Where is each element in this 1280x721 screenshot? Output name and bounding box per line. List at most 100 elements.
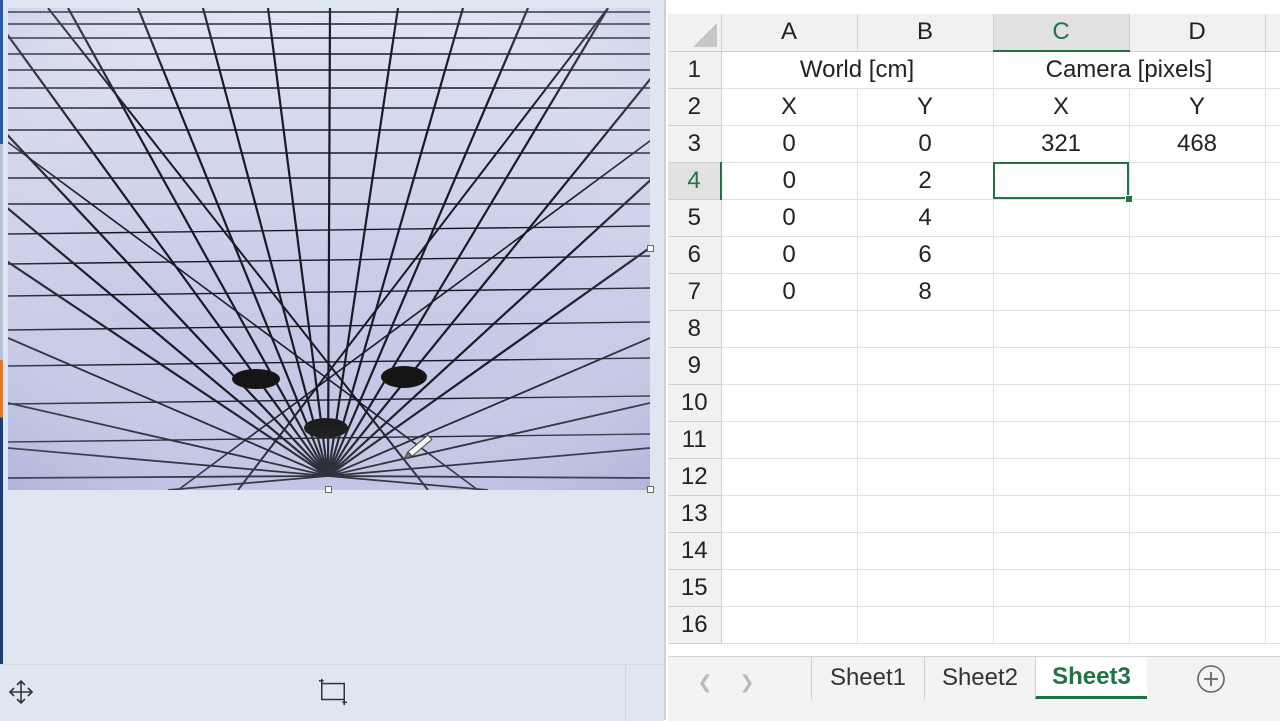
cell[interactable] [1129, 495, 1266, 533]
camera-calibration-image[interactable] [8, 8, 650, 490]
cell-d3[interactable]: 468 [1129, 125, 1266, 163]
row-header-10[interactable]: 10 [668, 384, 722, 422]
cell-e1[interactable] [1265, 51, 1280, 89]
cell-b7[interactable]: 8 [857, 273, 994, 311]
cell-d6[interactable] [1129, 236, 1266, 274]
cell[interactable] [721, 606, 858, 644]
cell[interactable] [1129, 384, 1266, 422]
cell[interactable] [857, 495, 994, 533]
fill-handle[interactable] [1124, 194, 1133, 203]
cell[interactable] [1129, 421, 1266, 459]
cell-e4[interactable] [1265, 162, 1280, 200]
cell[interactable] [721, 458, 858, 496]
cell[interactable] [993, 384, 1130, 422]
row-header-13[interactable]: 13 [668, 495, 722, 533]
cell[interactable] [857, 347, 994, 385]
cell[interactable] [1265, 421, 1280, 459]
cell[interactable] [1265, 606, 1280, 644]
column-header-b[interactable]: B [857, 14, 994, 52]
cell-a5[interactable]: 0 [721, 199, 858, 237]
row-header-15[interactable]: 15 [668, 569, 722, 607]
row-header-9[interactable]: 9 [668, 347, 722, 385]
tab-scroll-right-button[interactable]: ❯ [736, 671, 758, 693]
cell-e3[interactable] [1265, 125, 1280, 163]
cell[interactable] [993, 606, 1130, 644]
cell[interactable] [1265, 495, 1280, 533]
cell[interactable] [1265, 532, 1280, 570]
cell-d5[interactable] [1129, 199, 1266, 237]
cell-d7[interactable] [1129, 273, 1266, 311]
cell-b5[interactable]: 4 [857, 199, 994, 237]
cell[interactable] [721, 569, 858, 607]
cell[interactable] [1129, 310, 1266, 348]
add-sheet-button[interactable] [1196, 664, 1226, 694]
column-header-a[interactable]: A [721, 14, 858, 52]
cell-e6[interactable] [1265, 236, 1280, 274]
cell[interactable] [857, 384, 994, 422]
cell[interactable] [721, 495, 858, 533]
row-header-8[interactable]: 8 [668, 310, 722, 348]
cell[interactable] [857, 606, 994, 644]
cell-b6[interactable]: 6 [857, 236, 994, 274]
row-header-11[interactable]: 11 [668, 421, 722, 459]
column-header-e-partial[interactable] [1265, 14, 1280, 52]
cell-d2[interactable]: Y [1129, 88, 1266, 126]
tab-sheet2[interactable]: Sheet2 [924, 657, 1035, 699]
cell[interactable] [857, 310, 994, 348]
crop-tool-button[interactable] [318, 677, 348, 707]
cell[interactable] [993, 421, 1130, 459]
row-header-3[interactable]: 3 [668, 125, 722, 163]
tab-sheet1[interactable]: Sheet1 [811, 657, 924, 699]
tab-scroll-left-button[interactable]: ❮ [694, 671, 716, 693]
cell-e2[interactable] [1265, 88, 1280, 126]
cell[interactable] [857, 569, 994, 607]
cell-e7[interactable] [1265, 273, 1280, 311]
cell-b3[interactable]: 0 [857, 125, 994, 163]
tab-sheet3[interactable]: Sheet3 [1035, 657, 1147, 699]
resize-handle-right[interactable] [647, 245, 654, 252]
cell[interactable] [1265, 458, 1280, 496]
move-tool-button[interactable] [6, 677, 36, 707]
cell[interactable] [1265, 310, 1280, 348]
cell-c6[interactable] [993, 236, 1130, 274]
cell-a1-merged[interactable]: World [cm] [721, 51, 994, 89]
row-header-14[interactable]: 14 [668, 532, 722, 570]
row-header-6[interactable]: 6 [668, 236, 722, 274]
row-header-1[interactable]: 1 [668, 51, 722, 89]
select-all-corner[interactable] [668, 14, 722, 52]
cell-d4[interactable] [1129, 162, 1266, 200]
cell[interactable] [1129, 569, 1266, 607]
cell-b4[interactable]: 2 [857, 162, 994, 200]
cell[interactable] [993, 310, 1130, 348]
column-header-d[interactable]: D [1129, 14, 1266, 52]
resize-handle-bottom[interactable] [325, 486, 332, 493]
cell[interactable] [1265, 347, 1280, 385]
cell-a4[interactable]: 0 [721, 162, 858, 200]
cell[interactable] [1265, 569, 1280, 607]
cell-c1-merged[interactable]: Camera [pixels] [993, 51, 1266, 89]
cell-c3[interactable]: 321 [993, 125, 1130, 163]
cell[interactable] [721, 310, 858, 348]
cell-a2[interactable]: X [721, 88, 858, 126]
cell[interactable] [857, 421, 994, 459]
cell[interactable] [857, 532, 994, 570]
cell[interactable] [1129, 532, 1266, 570]
cell[interactable] [993, 458, 1130, 496]
row-header-16[interactable]: 16 [668, 606, 722, 644]
cell[interactable] [993, 532, 1130, 570]
cell-e5[interactable] [1265, 199, 1280, 237]
cell[interactable] [993, 569, 1130, 607]
row-header-7[interactable]: 7 [668, 273, 722, 311]
column-header-c[interactable]: C [993, 14, 1130, 52]
resize-handle-corner[interactable] [647, 486, 654, 493]
cell-a3[interactable]: 0 [721, 125, 858, 163]
row-header-5[interactable]: 5 [668, 199, 722, 237]
cell-c4-selected[interactable] [993, 162, 1133, 203]
cell[interactable] [721, 532, 858, 570]
cell[interactable] [993, 495, 1130, 533]
cell-c2[interactable]: X [993, 88, 1130, 126]
cell[interactable] [721, 384, 858, 422]
cell[interactable] [1265, 384, 1280, 422]
row-header-4[interactable]: 4 [668, 162, 722, 200]
cell[interactable] [1129, 458, 1266, 496]
